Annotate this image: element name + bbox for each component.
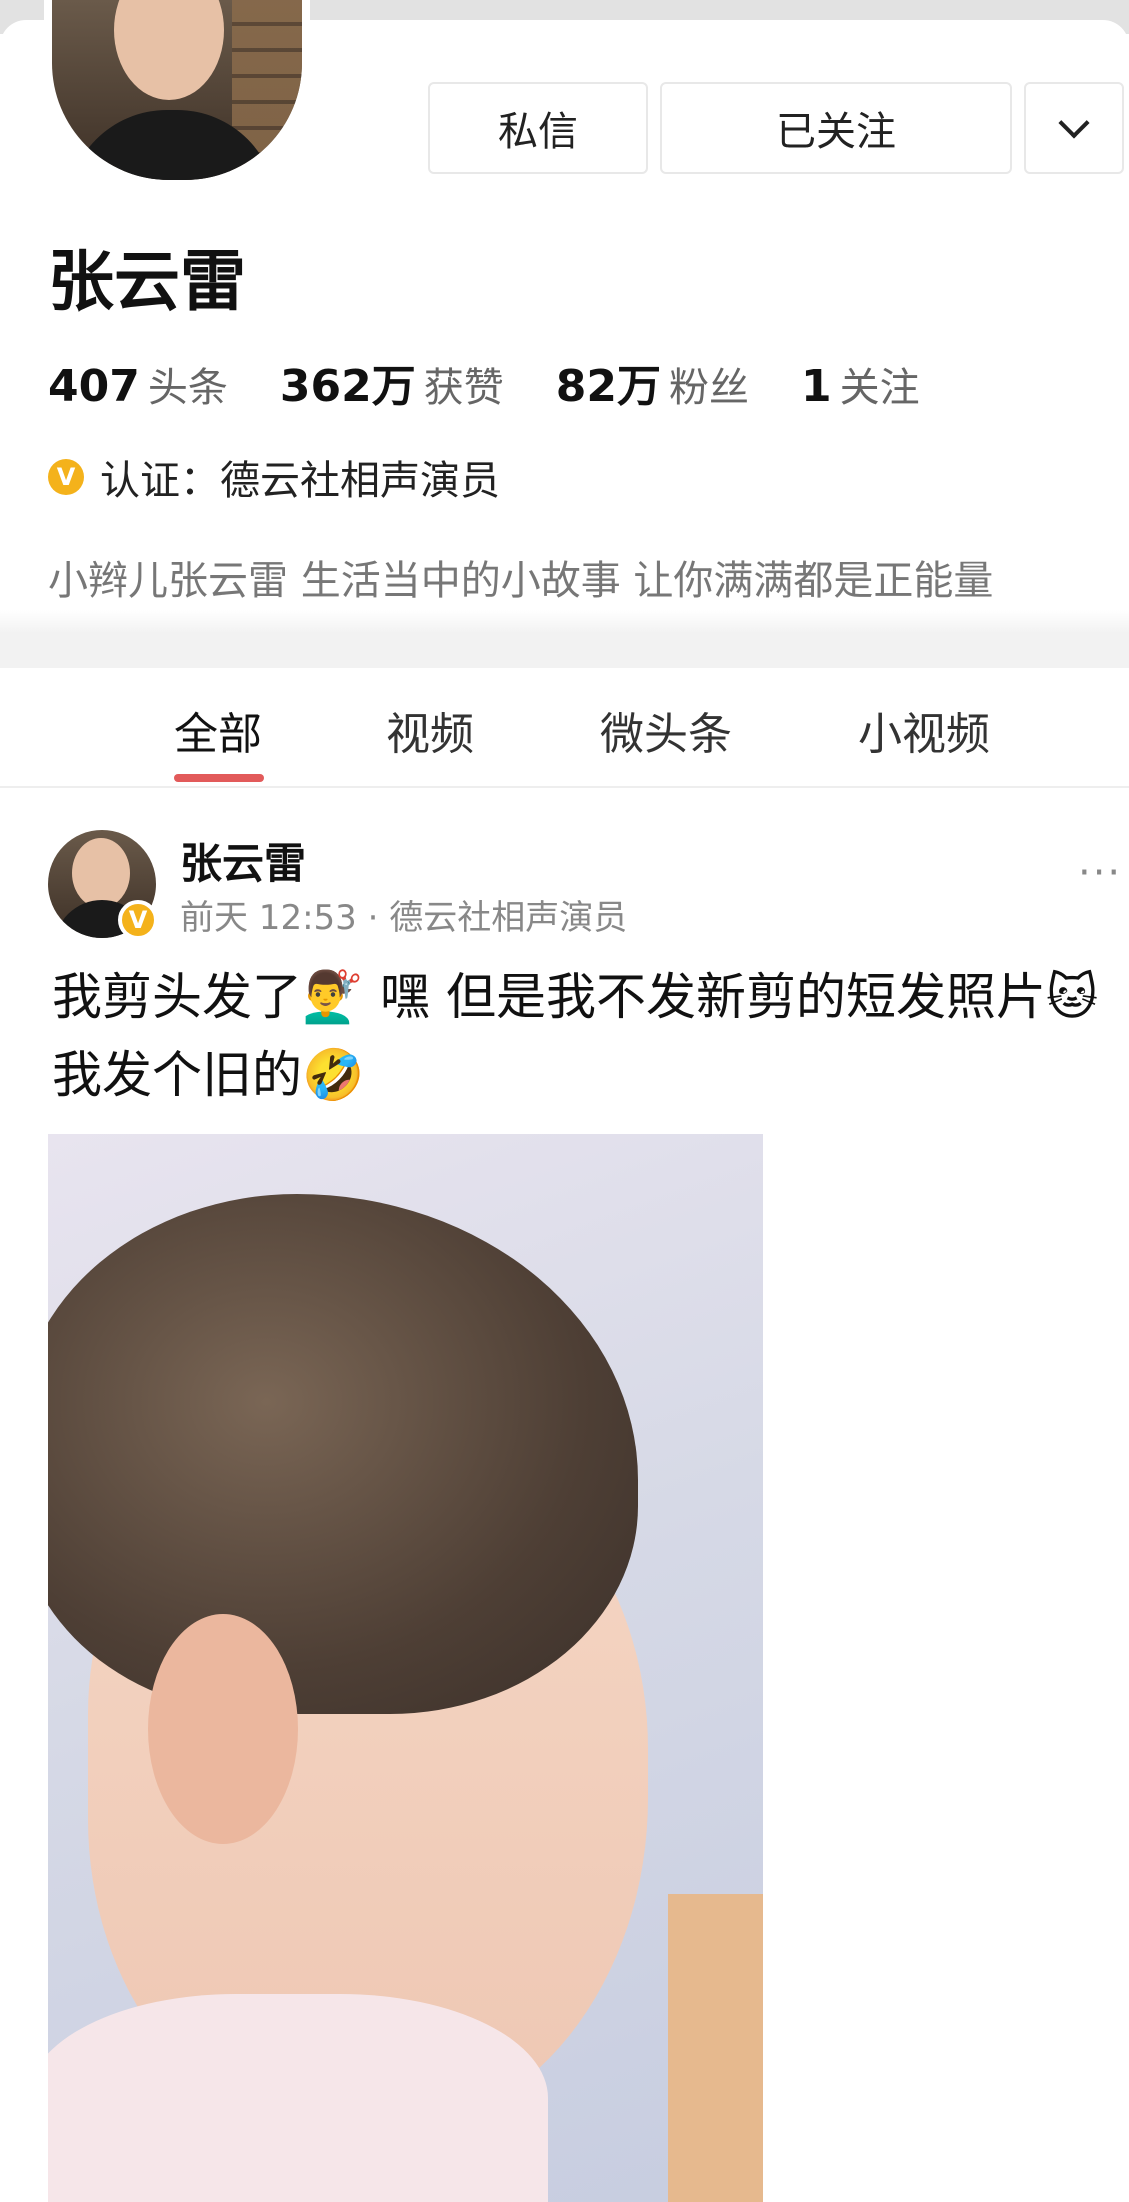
tab-video[interactable]: 视频 [386, 698, 474, 762]
tab-short-video[interactable]: 小视频 [858, 698, 990, 762]
profile-name: 张云雷 [48, 243, 246, 320]
avatar-face [72, 838, 130, 908]
profile-bio: 小辫儿张云雷 生活当中的小故事 让你满满都是正能量 [48, 558, 994, 604]
photo-shirt [48, 1994, 548, 2202]
post-photo[interactable] [48, 1134, 763, 2202]
tab-all[interactable]: 全部 [174, 698, 262, 762]
message-button-label: 私信 [498, 109, 578, 155]
stat-label: 粉丝 [668, 365, 749, 411]
verified-badge-icon: V [118, 900, 158, 940]
stat-label: 头条 [147, 365, 228, 411]
profile-stats: 407 头条 362万 获赞 82万 粉丝 1 关注 [48, 350, 972, 414]
active-tab-indicator [174, 774, 264, 782]
message-button[interactable]: 私信 [428, 82, 648, 174]
more-options-button[interactable] [1024, 82, 1124, 174]
post-more-icon[interactable]: ··· [1078, 850, 1122, 896]
stat-label: 关注 [839, 365, 920, 411]
avatar-face [114, 0, 224, 100]
stat-posts[interactable]: 407 头条 [48, 355, 228, 413]
stat-label: 获赞 [423, 365, 504, 411]
stat-likes[interactable]: 362万 获赞 [280, 350, 504, 414]
photo-ear [148, 1614, 298, 1844]
profile-avatar[interactable] [44, 0, 310, 188]
tab-micro-posts[interactable]: 微头条 [600, 698, 732, 762]
stat-number: 407 [48, 361, 140, 412]
photo-background-wall [668, 1894, 763, 2202]
photo-hair [48, 1194, 638, 1714]
stat-number: 1 [800, 361, 832, 412]
content-tabs: 全部 视频 微头条 小视频 [0, 668, 1129, 788]
stat-fans[interactable]: 82万 粉丝 [556, 350, 749, 414]
follow-button-label: 已关注 [776, 109, 896, 155]
stat-following[interactable]: 1 关注 [801, 355, 920, 413]
post-meta: 前天 12:53 · 德云社相声演员 [180, 898, 628, 938]
stat-number: 82万 [555, 361, 661, 412]
stat-number: 362万 [279, 361, 416, 412]
verification-label: 认证：德云社相声演员 [100, 458, 500, 504]
follow-button[interactable]: 已关注 [660, 82, 1012, 174]
section-divider [0, 610, 1129, 668]
chevron-down-icon [1058, 107, 1090, 139]
post-text: 我剪头发了💇‍♂️ 嘿 但是我不发新剪的短发照片🐱 我发个旧的🤣 [52, 968, 1099, 1104]
post-author-name[interactable]: 张云雷 [180, 830, 306, 891]
verified-badge-icon: V [48, 459, 84, 495]
verification-row: V 认证：德云社相声演员 [48, 448, 500, 506]
